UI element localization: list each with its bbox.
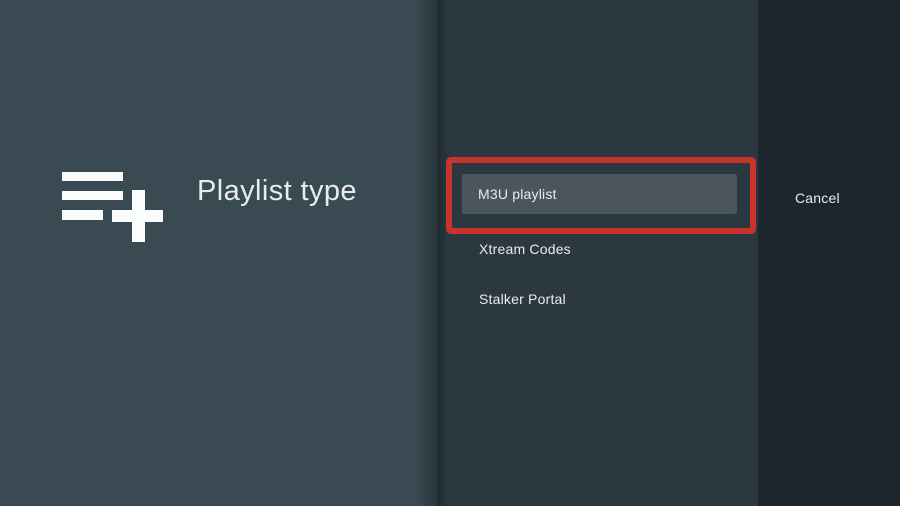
action-item-m3u-playlist[interactable]: M3U playlist: [462, 174, 737, 214]
page-title: Playlist type: [197, 175, 357, 207]
action-label: M3U playlist: [478, 186, 557, 202]
guidance-panel: Playlist type: [0, 0, 437, 506]
action-item-xtream-codes[interactable]: Xtream Codes: [479, 229, 571, 269]
playlist-add-icon: [62, 172, 163, 242]
cancel-button[interactable]: Cancel: [758, 178, 900, 218]
cancel-button-label: Cancel: [795, 190, 840, 206]
action-label: Xtream Codes: [479, 241, 571, 257]
action-item-stalker-portal[interactable]: Stalker Portal: [479, 279, 566, 319]
buttons-panel: Cancel: [758, 0, 900, 506]
action-label: Stalker Portal: [479, 291, 566, 307]
actions-panel: M3U playlist Xtream Codes Stalker Portal: [437, 0, 758, 506]
playlist-type-dialog: Playlist type M3U playlist Xtream Codes …: [0, 0, 900, 506]
